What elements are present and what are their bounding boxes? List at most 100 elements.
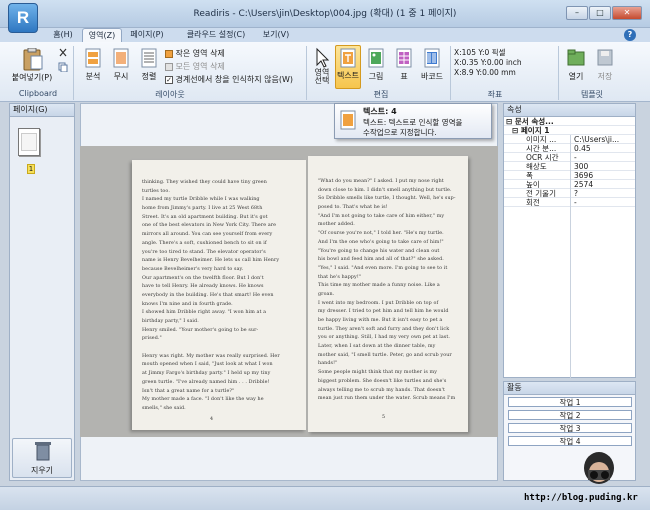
right-page-text-line: Later, when I sat down at the dinner tab…: [318, 344, 436, 350]
tab-cloud-settings[interactable]: 클라우드 설정(C): [176, 28, 256, 42]
delete-small-zones-button[interactable]: 작은 영역 삭제: [165, 48, 265, 59]
ignore-label: 무시: [113, 72, 129, 81]
right-page-text-line: my dresser. I tried to pet him and tell …: [318, 309, 449, 315]
right-page-text-line: "Of course you're not," I told her. "He'…: [318, 231, 444, 237]
ignore-borders-checkbox[interactable]: ✓ 경계선에서 창을 인식하지 않음(W): [165, 74, 305, 85]
align-icon: [141, 48, 157, 68]
left-page-text-line: My mother made a face. "I don't like the…: [142, 397, 264, 403]
image-zone-button[interactable]: 그림: [364, 47, 388, 85]
open-folder-icon: [567, 49, 585, 66]
right-page-text-line: hands!": [318, 361, 338, 367]
coords-inch: X:0.35 Y:0.00 inch: [454, 58, 522, 67]
right-page-number: 5: [382, 415, 386, 420]
app-logo[interactable]: R: [8, 3, 38, 33]
clipboard-icon: [23, 47, 43, 71]
barcode-zone-label: 바코드: [420, 72, 444, 81]
property-value: 2574: [574, 180, 594, 189]
property-value: -: [574, 153, 577, 162]
check-icon: ✓: [165, 75, 173, 84]
maximize-button[interactable]: □: [589, 6, 611, 20]
left-page-text-line: name is Henry Bevelheimer. He lets us ca…: [142, 258, 280, 264]
barcode-zone-button[interactable]: 바코드: [418, 47, 446, 85]
title-bar: Readiris - C:\Users\jin\Desktop\004.jpg …: [0, 0, 650, 28]
pages-panel-title: 페이지(G): [13, 105, 48, 114]
ribbon-tab-bar: 홈(H) 영역(Z) 페이지(P) 클라우드 설정(C) 보기(V) ?: [0, 28, 650, 42]
right-page-text-line: "Yes," I said. "And even more. I'm going…: [318, 265, 448, 271]
right-page-text-line: And I'm the one who's going to take care…: [318, 239, 444, 245]
clear-button[interactable]: 지우기: [12, 438, 72, 478]
text-zone-button[interactable]: 텍스트: [335, 45, 361, 89]
left-page-text-line: green turtle. "I've already named him . …: [142, 379, 270, 385]
status-bar: http://blog.puding.kr: [0, 486, 650, 510]
property-key: 이미지 ...: [526, 135, 557, 144]
right-page-text-line: "What do you mean?" I asked. I put my no…: [318, 179, 444, 184]
text-zone-icon: [340, 110, 356, 130]
save-template-button[interactable]: 저장: [592, 47, 618, 85]
tab-zone[interactable]: 영역(Z): [82, 28, 122, 42]
left-page-text-line: because Bevelheimer's very hard to say.: [142, 266, 244, 272]
group-label-template: 템플릿: [580, 90, 604, 99]
property-key: 해상도: [526, 162, 547, 171]
ignore-button[interactable]: 무시: [108, 47, 134, 85]
left-page-text-line: mirrors all around. You can see yourself…: [142, 232, 273, 238]
left-page-text-line: Street. It's an old apartment building. …: [142, 214, 268, 220]
left-page-text-line: turtles too.: [142, 188, 170, 194]
left-page-text-line: angle. There's a soft, cushioned bench t…: [142, 240, 267, 246]
image-zone-icon: [368, 48, 384, 68]
activity-title: 활동: [507, 383, 522, 392]
doc-properties-section[interactable]: ⊟ 문서 속성...: [504, 117, 635, 126]
zone-select-button[interactable]: 영역 선택: [310, 47, 334, 89]
tab-page[interactable]: 페이지(P): [124, 28, 170, 42]
cut-icon[interactable]: [58, 48, 68, 58]
ribbon-separator: [450, 46, 451, 100]
page-section[interactable]: ⊟ 페이지 1: [504, 126, 635, 135]
close-button[interactable]: ✕: [612, 6, 642, 20]
delete-small-label: 작은 영역 삭제: [175, 49, 225, 58]
table-zone-label: 표: [400, 72, 408, 81]
right-page-text-line: So Dribble smells like turtle, I thought…: [318, 196, 456, 202]
left-page-text-line: everybody in the building. He's that sma…: [142, 292, 274, 298]
left-page-text-line: at Jimmy Fargo's birthday party." I held…: [142, 371, 271, 377]
tooltip: 텍스트: 4 텍스트: 텍스트로 인식할 영역을 수작업으로 지정합니다.: [334, 103, 492, 139]
table-zone-button[interactable]: 표: [392, 47, 416, 85]
page-thumbnail[interactable]: [18, 128, 40, 156]
delete-all-icon: [165, 62, 173, 71]
text-zone-label: 텍스트: [336, 71, 360, 80]
help-icon[interactable]: ?: [624, 29, 636, 41]
minimize-button[interactable]: –: [566, 6, 588, 20]
align-button[interactable]: 정렬: [136, 47, 162, 85]
scanned-image[interactable]: thinking. They wished they could have ti…: [80, 146, 498, 437]
ribbon-separator: [558, 46, 559, 100]
property-key: 전 기울기: [526, 189, 556, 198]
paste-label: 붙여넣기(P): [11, 73, 53, 82]
group-label-edit: 편집: [373, 90, 389, 99]
right-page-text-line: his bowl and feed him and all of that?" …: [318, 257, 444, 263]
open-template-button[interactable]: 열기: [563, 47, 589, 85]
analyze-button[interactable]: 분석: [80, 47, 106, 85]
coords-pixel: X:105 Y:0 픽셀: [454, 48, 506, 57]
right-page-text-line: turtle. They aren't soft and furry and t…: [318, 326, 450, 332]
property-value: 0.45: [574, 144, 591, 153]
group-label-layout: 레이아웃: [155, 90, 185, 99]
left-page-text-line: prised.": [142, 336, 162, 342]
right-page-text-line: "And I'm not going to take care of him e…: [318, 213, 445, 219]
paste-button[interactable]: 붙여넣기(P): [12, 47, 52, 84]
right-page-text-line: be happy living with me. But it isn't ea…: [318, 318, 443, 323]
copy-icon[interactable]: [58, 62, 68, 73]
open-label: 열기: [568, 72, 584, 81]
delete-all-zones-button[interactable]: 모든 영역 삭제: [165, 61, 265, 72]
delete-all-label: 모든 영역 삭제: [175, 62, 225, 71]
right-page-text-line: mother added.: [318, 222, 355, 228]
right-page-text-line: posed to. That's what he is!: [318, 205, 388, 211]
tab-view[interactable]: 보기(V): [256, 28, 296, 42]
left-page-text-line: [142, 344, 300, 353]
left-page-text-line: knows I'm nine and in fourth grade.: [142, 301, 233, 307]
left-page-text-line: Our apartment's on the twelfth floor. Bu…: [142, 275, 264, 281]
left-page-text-line: thinking. They wished they could have ti…: [142, 180, 267, 185]
right-page-text-line: that he's happy!": [318, 274, 362, 280]
tab-home[interactable]: 홈(H): [46, 28, 80, 42]
property-key: 높이: [526, 180, 540, 189]
left-page-text-line: Isn't that a great name for a turtle?": [142, 388, 235, 394]
left-page-text-line: I showed him Dribble right away. "I won …: [142, 310, 267, 316]
ignore-icon: [113, 48, 129, 68]
